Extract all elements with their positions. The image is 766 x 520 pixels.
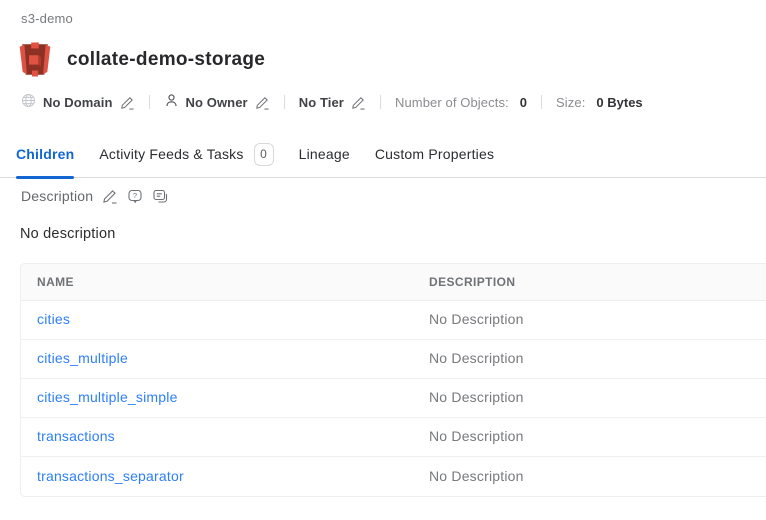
page-title: collate-demo-storage — [67, 49, 265, 71]
column-header-description: DESCRIPTION — [413, 275, 766, 289]
child-description: No Description — [429, 350, 524, 366]
divider — [380, 95, 381, 109]
owner-item: No Owner — [164, 93, 270, 111]
table-header-row: NAME DESCRIPTION — [21, 264, 766, 301]
tab-activity-feeds-label: Activity Feeds & Tasks — [99, 146, 243, 162]
s3-bucket-icon — [18, 41, 52, 78]
tab-children[interactable]: Children — [16, 131, 74, 178]
objects-count-value: 0 — [520, 95, 527, 110]
child-link[interactable]: cities — [37, 311, 70, 327]
comments-icon[interactable] — [152, 188, 168, 204]
tab-activity-feeds[interactable]: Activity Feeds & Tasks 0 — [99, 131, 273, 178]
child-link[interactable]: cities_multiple_simple — [37, 389, 178, 405]
child-description: No Description — [429, 428, 524, 444]
active-tab-underline — [16, 176, 74, 179]
table-row: cities No Description — [21, 301, 766, 340]
objects-count-item: Number of Objects: 0 — [395, 95, 527, 110]
description-label: Description — [21, 188, 93, 204]
tab-lineage[interactable]: Lineage — [299, 131, 350, 178]
child-description: No Description — [429, 389, 524, 405]
tier-label: No Tier — [299, 95, 344, 110]
svg-text:?: ? — [133, 191, 137, 200]
child-link[interactable]: transactions — [37, 428, 115, 444]
objects-count-label: Number of Objects: — [395, 95, 509, 110]
edit-tier-icon[interactable] — [351, 95, 366, 110]
request-description-icon[interactable]: ? — [127, 188, 143, 204]
owner-label: No Owner — [186, 95, 248, 110]
size-item: Size: 0 Bytes — [556, 95, 643, 110]
column-header-name: NAME — [21, 275, 413, 289]
container-details-page: s3-demo collate-demo-storage No Domain — [0, 0, 766, 520]
edit-owner-icon[interactable] — [255, 95, 270, 110]
activity-count-badge: 0 — [254, 143, 274, 166]
domain-label: No Domain — [43, 95, 113, 110]
tab-bar: Children Activity Feeds & Tasks 0 Lineag… — [0, 131, 766, 178]
tab-custom-properties[interactable]: Custom Properties — [375, 131, 494, 178]
table-row: transactions No Description — [21, 418, 766, 457]
table-row: transactions_separator No Description — [21, 457, 766, 496]
child-link[interactable]: cities_multiple — [37, 350, 128, 366]
child-description: No Description — [429, 311, 524, 327]
title-row: collate-demo-storage — [18, 41, 265, 78]
table-row: cities_multiple_simple No Description — [21, 379, 766, 418]
child-description: No Description — [429, 468, 524, 484]
user-icon — [164, 93, 179, 111]
children-table: NAME DESCRIPTION cities No Description c… — [20, 263, 766, 497]
description-empty-text: No description — [20, 226, 116, 242]
edit-domain-icon[interactable] — [120, 95, 135, 110]
globe-icon — [21, 93, 36, 111]
tab-custom-properties-label: Custom Properties — [375, 146, 494, 162]
description-header: Description ? — [21, 188, 168, 204]
tab-lineage-label: Lineage — [299, 146, 350, 162]
table-row: cities_multiple No Description — [21, 340, 766, 379]
size-label: Size: — [556, 95, 585, 110]
domain-item: No Domain — [21, 93, 135, 111]
child-link[interactable]: transactions_separator — [37, 468, 184, 484]
divider — [284, 95, 285, 109]
tier-item: No Tier — [299, 95, 366, 110]
size-value: 0 Bytes — [596, 95, 642, 110]
meta-row: No Domain No Owner No Tier — [21, 92, 643, 112]
divider — [149, 95, 150, 109]
breadcrumb-service-link[interactable]: s3-demo — [21, 11, 73, 26]
edit-description-icon[interactable] — [102, 188, 118, 204]
divider — [541, 95, 542, 109]
tab-children-label: Children — [16, 146, 74, 162]
